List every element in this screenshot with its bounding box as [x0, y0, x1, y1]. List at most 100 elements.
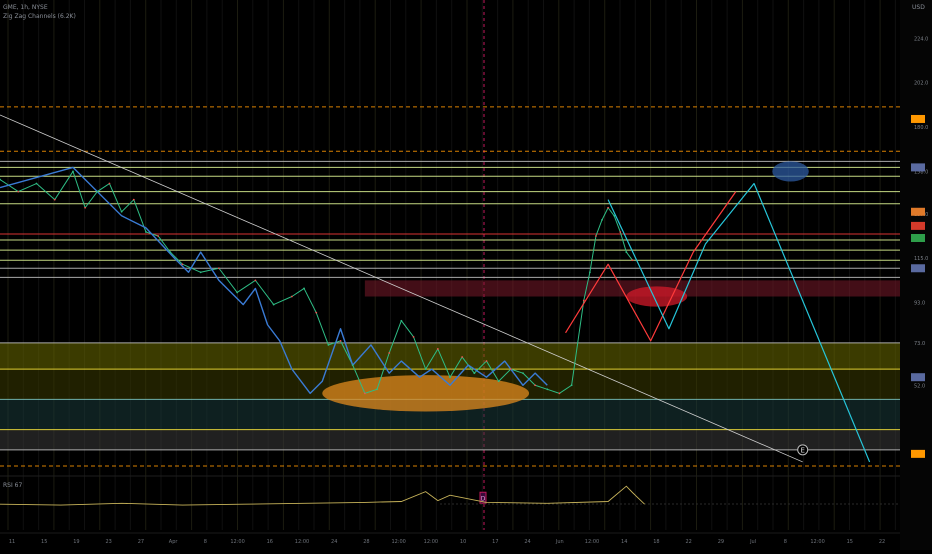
price-point: [546, 388, 549, 391]
price-chart[interactable]: ED 224.0202.0180.0158.0137.0115.093.073.…: [0, 0, 932, 550]
price-point: [157, 235, 160, 237]
price-tick-label: 180.0: [914, 125, 928, 131]
zone-band: [0, 342, 900, 370]
target-circle: [772, 161, 809, 182]
time-tick-label: 24: [331, 539, 337, 545]
price-tick-label: 73.0: [914, 341, 925, 347]
time-tick-label: 14: [621, 539, 627, 545]
price-tag: [911, 114, 925, 123]
oscillator-label: RSI 67: [3, 482, 23, 489]
price-tag: [911, 264, 925, 273]
price-axis[interactable]: 224.0202.0180.0158.0137.0115.093.073.052…: [900, 0, 932, 550]
price-point: [631, 259, 634, 262]
time-tick-label: 15: [847, 539, 853, 545]
price-point: [473, 372, 476, 375]
time-tick-label: 19: [73, 539, 79, 545]
price-point: [84, 206, 87, 209]
price-point: [436, 348, 439, 350]
time-tick-label: 22: [879, 539, 885, 545]
time-tick-label: 27: [138, 539, 144, 545]
price-point: [461, 356, 464, 358]
price-point: [218, 267, 220, 270]
price-point: [363, 392, 366, 395]
price-point: [290, 295, 293, 298]
time-tick-label: Apr: [169, 539, 179, 545]
price-point: [412, 335, 415, 338]
price-point: [400, 319, 403, 322]
price-point: [145, 231, 147, 233]
time-tick-label: 23: [105, 539, 111, 545]
time-tick-label: 12:00: [585, 539, 599, 545]
price-tick-label: 52.0: [914, 383, 925, 389]
price-point: [315, 311, 318, 314]
time-tick-label: 24: [524, 539, 530, 545]
price-point: [570, 384, 573, 387]
price-point: [53, 198, 56, 201]
price-point: [625, 251, 628, 254]
price-point: [485, 360, 488, 362]
time-tick-label: 22: [685, 539, 691, 545]
price-tag: [911, 163, 925, 172]
time-tick-label: 10: [460, 539, 466, 545]
time-tick-label: 16: [267, 539, 273, 545]
symbol-title: GME, 1h, NYSE: [3, 4, 48, 11]
price-point: [588, 271, 591, 274]
price-point: [132, 198, 135, 201]
price-point: [108, 182, 111, 185]
price-point: [254, 279, 257, 282]
price-point: [449, 376, 451, 379]
price-point: [601, 218, 603, 221]
price-point: [339, 339, 342, 342]
time-tick-label: 12:00: [230, 539, 244, 545]
time-tick-label: 28: [363, 539, 369, 545]
price-point: [351, 364, 354, 366]
currency-label: USD: [912, 4, 925, 11]
price-point: [96, 190, 99, 193]
price-point: [17, 190, 20, 193]
price-point: [72, 170, 74, 173]
price-point: [388, 352, 391, 354]
price-tag: [911, 207, 925, 216]
price-tag: [911, 234, 925, 242]
time-tick-label: 11: [9, 539, 15, 545]
time-tick-label: 8: [204, 539, 207, 545]
price-point: [613, 214, 616, 217]
time-tick-label: 12:00: [424, 539, 438, 545]
e-marker-label: E: [800, 446, 804, 454]
chart-root[interactable]: ED 224.0202.0180.0158.0137.0115.093.073.…: [0, 0, 932, 550]
price-point: [376, 388, 378, 391]
price-point: [558, 392, 561, 395]
price-tag: [911, 449, 925, 458]
price-point: [169, 251, 172, 254]
time-tick-label: 29: [718, 539, 724, 545]
price-tag: [911, 221, 925, 230]
price-point: [120, 210, 123, 213]
time-tick-label: 12:00: [295, 539, 309, 545]
price-tick-label: 202.0: [914, 81, 928, 87]
time-tick-label: 15: [41, 539, 47, 545]
price-tick-label: 224.0: [914, 36, 928, 42]
price-point: [582, 299, 585, 302]
time-tick-label: 8: [784, 539, 787, 545]
price-point: [35, 182, 38, 185]
price-point: [327, 344, 330, 346]
time-tick-label: Jul: [749, 539, 756, 545]
price-point: [199, 271, 202, 274]
time-tick-label: 18: [653, 539, 659, 545]
time-tick-label: Jun: [555, 539, 564, 545]
price-point: [181, 263, 184, 266]
time-tick-label: 12:00: [810, 539, 824, 545]
price-point: [424, 368, 427, 371]
zone-band: [0, 429, 900, 450]
price-point: [522, 372, 524, 375]
price-tick-label: 115.0: [914, 256, 928, 262]
indicator-title: Zig Zag Channels (6.2K): [3, 13, 76, 20]
price-point: [497, 380, 500, 383]
price-tick-label: 93.0: [914, 301, 925, 307]
time-tick-label: 17: [492, 539, 498, 545]
price-point: [595, 235, 597, 237]
price-point: [619, 231, 622, 233]
price-point: [509, 368, 512, 371]
price-point: [303, 287, 305, 290]
price-tag: [911, 373, 925, 382]
